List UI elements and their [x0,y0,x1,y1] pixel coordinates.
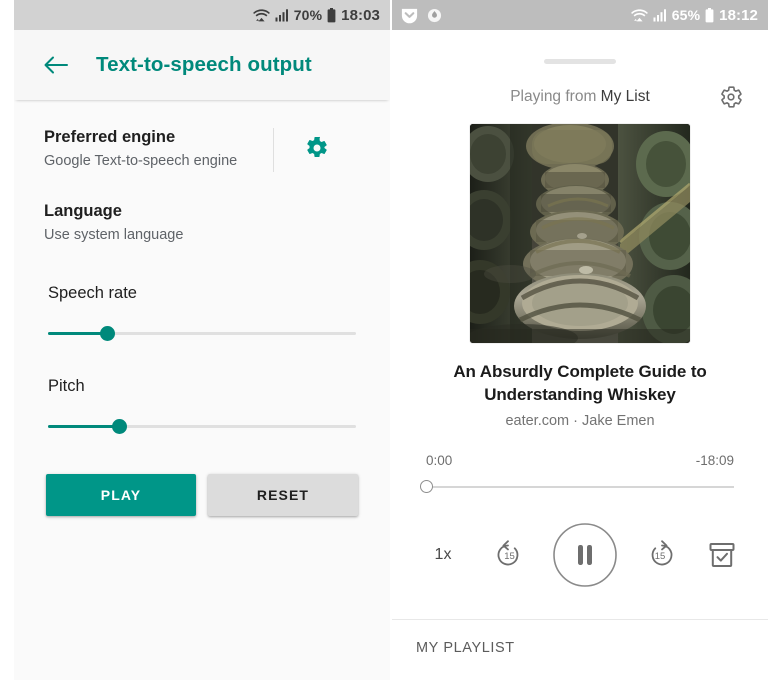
episode-source-author: eater.com · Jake Emen [505,413,655,430]
right-phone-panel: 65% 18:12 Playing from My List An Absurd… [392,0,768,680]
back-arrow-icon[interactable] [42,51,70,79]
page-title: Text-to-speech output [96,53,312,76]
podcast-player-screen: Playing from My List An Absurdly Complet… [392,30,768,680]
playlist-section: MY PLAYLIST [392,619,768,680]
forward-15-icon[interactable]: 15 [645,538,679,572]
playlist-header: MY PLAYLIST [416,640,515,656]
wifi-icon [252,8,270,23]
app-badge-icon [427,8,442,23]
setting-preferred-engine-texts: Preferred engine Google Text-to-speech e… [44,126,273,172]
pitch-slider[interactable] [48,418,356,434]
playing-from-row: Playing from My List [392,82,768,112]
progress-track [426,486,734,488]
drag-handle[interactable] [544,59,616,64]
signal-bars-icon [653,8,667,22]
speech-rate-thumb[interactable] [99,325,115,341]
pause-button[interactable] [552,522,618,588]
left-status-bar: 70% 18:03 [14,0,390,30]
progress-slider[interactable] [420,480,734,494]
whiskey-barrels-warehouse-image [470,124,690,343]
remaining-time-label: -18:09 [695,453,734,469]
signal-bars-icon [275,8,289,22]
speech-rate-label: Speech rate [48,283,137,302]
setting-language-title: Language [44,201,122,220]
speech-rate-slider[interactable] [48,325,356,341]
right-status-bar: 65% 18:12 [392,0,768,30]
pitch-label: Pitch [48,376,85,395]
setting-preferred-engine-title: Preferred engine [44,128,176,146]
clock-label: 18:12 [719,6,758,24]
speech-rate-fill [48,331,107,335]
pitch-thumb[interactable] [111,418,127,434]
playback-progress: 0:00 -18:09 [420,453,734,494]
rewind-15-icon[interactable]: 15 [491,538,525,572]
playing-from-prefix: Playing from [510,88,601,105]
engine-settings-button[interactable] [273,128,360,172]
setting-language-texts: Language Use system language [44,200,360,246]
app-bar: Text-to-speech output [14,30,390,100]
right-status-bar-left-icons [400,6,442,25]
episode-title: An Absurdly Complete Guide to Understand… [453,362,707,404]
setting-preferred-engine-subtitle: Google Text-to-speech engine [44,153,238,170]
clock-label: 18:03 [341,6,380,24]
episode-artwork [470,124,690,343]
playing-from-source: My List [600,88,650,105]
battery-icon [705,7,714,23]
playing-from-label: Playing from My List [510,88,650,106]
elapsed-time-label: 0:00 [426,453,453,469]
setting-language-subtitle: Use system language [44,227,184,244]
left-phone-panel: 70% 18:03 Text-to-speech output Preferre… [14,0,390,680]
pocket-icon [400,6,419,25]
setting-preferred-engine[interactable]: Preferred engine Google Text-to-speech e… [44,126,360,172]
left-status-bar-right-icons: 70% 18:03 [252,6,380,24]
gear-icon [305,136,329,160]
battery-icon [327,7,336,23]
battery-percent-label: 70% [293,7,323,23]
speech-rate-group: Speech rate [44,284,360,341]
playback-speed-button[interactable]: 1x [422,534,464,576]
svg-text:15: 15 [504,551,515,562]
pitch-fill [48,424,119,428]
setting-language[interactable]: Language Use system language [44,200,360,246]
wifi-icon [630,8,648,23]
tts-settings-screen: Text-to-speech output Preferred engine G… [14,30,390,680]
reset-button[interactable]: RESET [208,473,358,516]
action-buttons: PLAY RESET [44,473,360,516]
battery-percent-label: 65% [671,7,701,23]
svg-text:15: 15 [655,551,666,562]
progress-time-labels: 0:00 -18:09 [426,453,734,468]
pitch-group: Pitch [44,377,360,434]
right-status-bar-right-icons: 65% 18:12 [630,6,758,24]
playback-speed-label: 1x [434,546,452,564]
playback-controls: 1x 15 15 [422,522,738,588]
gear-icon[interactable] [718,84,744,110]
archive-check-icon[interactable] [706,539,738,571]
settings-list: Preferred engine Google Text-to-speech e… [14,100,390,516]
play-button[interactable]: PLAY [46,473,196,516]
progress-thumb[interactable] [420,480,433,494]
